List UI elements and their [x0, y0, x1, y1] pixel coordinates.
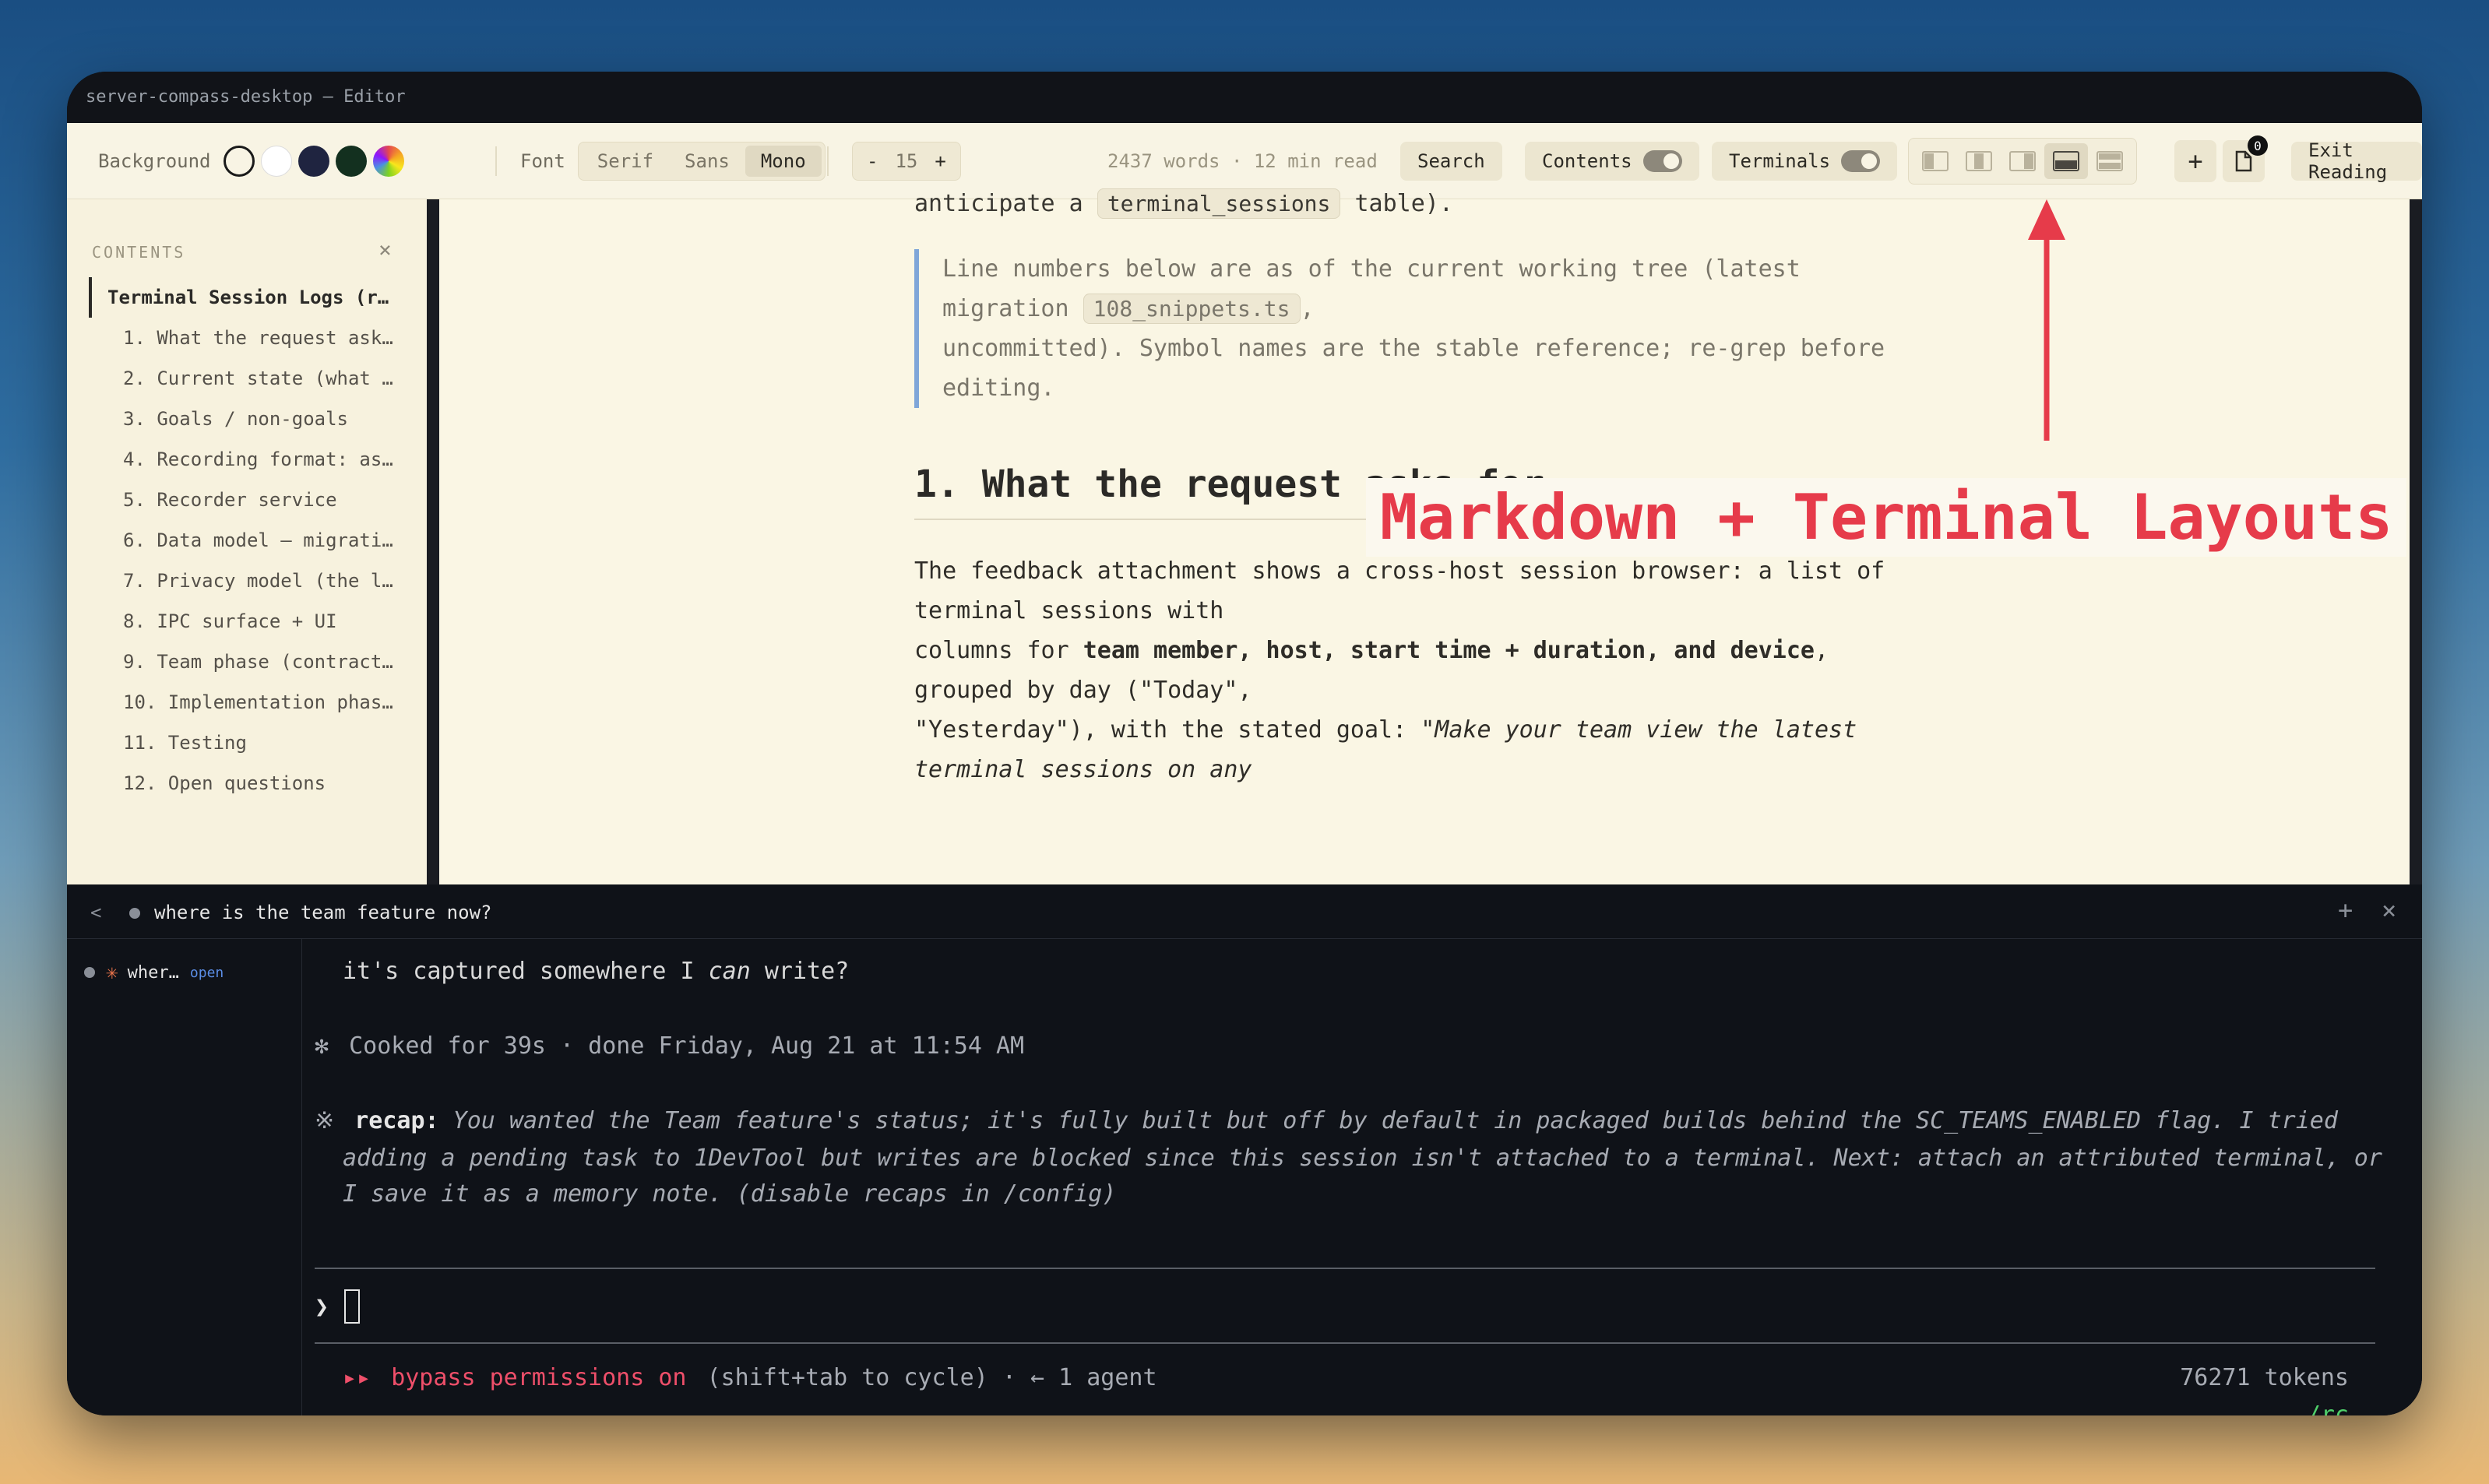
token-count: 76271 tokens — [2180, 1364, 2349, 1391]
close-contents-icon[interactable]: × — [378, 237, 392, 262]
claude-spark-icon: ✳ — [106, 961, 118, 984]
layout-left-split-icon[interactable] — [1913, 143, 1957, 179]
terminals-toggle-button[interactable]: Terminals — [1712, 142, 1898, 181]
background-label: Background — [98, 150, 211, 172]
font-sans-option[interactable]: Sans — [669, 146, 745, 177]
recap-block: ※ recap: You wanted the Team feature's s… — [315, 1107, 2338, 1134]
swatch-rainbow[interactable] — [372, 146, 404, 177]
background-picker: Background — [98, 123, 410, 199]
toc-item[interactable]: 12. Open questions — [89, 763, 416, 804]
font-size-decrease-button[interactable]: - — [857, 146, 887, 177]
reading-pane: CONTENTS × Terminal Session Logs (r… 1. … — [67, 188, 2422, 884]
font-mono-option[interactable]: Mono — [745, 146, 822, 177]
toc-item[interactable]: 7. Privacy model (the l… — [89, 561, 416, 601]
scrollbar[interactable] — [2410, 199, 2422, 884]
font-label: Font — [520, 150, 565, 172]
status-hint: (shift+tab to cycle) · ← 1 agent — [706, 1364, 1157, 1391]
bypass-arrows-icon: ▸▸ — [343, 1364, 371, 1391]
reference-mark-icon: ※ — [315, 1107, 335, 1134]
layout-center-split-icon[interactable] — [1957, 143, 2001, 179]
new-terminal-icon[interactable]: + — [2338, 895, 2353, 925]
toc-item[interactable]: 2. Current state (what … — [89, 358, 416, 399]
toc-item[interactable]: Terminal Session Logs (r… — [89, 277, 416, 318]
output-line: adding a pending task to 1DevTool but wr… — [343, 1145, 2382, 1172]
status-dot-icon — [84, 967, 95, 978]
toc-item[interactable]: 8. IPC surface + UI — [89, 601, 416, 642]
contents-heading: CONTENTS — [92, 243, 186, 262]
layout-stack-icon[interactable] — [2088, 143, 2132, 179]
font-size-value: 15 — [895, 150, 918, 172]
contents-switch[interactable] — [1642, 150, 1682, 172]
text-cursor — [344, 1289, 361, 1324]
terminals-switch[interactable] — [1841, 150, 1881, 172]
contents-toggle-button[interactable]: Contents — [1525, 142, 1699, 181]
back-icon[interactable]: < — [90, 902, 101, 923]
output-line: ✻ Cooked for 39s · done Friday, Aug 21 a… — [315, 1032, 1025, 1060]
asterisk-icon: ✻ — [315, 1032, 329, 1060]
inline-code: 108_snippets.ts — [1083, 294, 1301, 324]
swatch-navy[interactable] — [297, 146, 329, 177]
app-window: server-compass-desktop — Editor Backgrou… — [67, 72, 2422, 1415]
title-bar: server-compass-desktop — Editor — [67, 72, 2422, 123]
toc-item[interactable]: 6. Data model — migrati… — [89, 520, 416, 561]
toc-item[interactable]: 11. Testing — [89, 723, 416, 763]
session-item[interactable]: ✳ wher… open — [84, 961, 224, 984]
table-of-contents: Terminal Session Logs (r… 1. What the re… — [89, 277, 416, 804]
font-size-stepper: - 15 + — [852, 142, 961, 181]
swatch-green[interactable] — [335, 146, 367, 177]
terminal-session-list: ✳ wher… open — [67, 939, 302, 1415]
contents-sidebar: CONTENTS × Terminal Session Logs (r… 1. … — [67, 199, 428, 884]
swatch-white[interactable] — [260, 146, 292, 177]
layout-bottom-split-icon[interactable] — [2044, 143, 2088, 179]
toc-item[interactable]: 1. What the request ask… — [89, 318, 416, 358]
session-dot-icon — [129, 908, 140, 919]
toc-item[interactable]: 3. Goals / non-goals — [89, 399, 416, 439]
terminal-tab-bar: < where is the team feature now? + × — [67, 884, 2422, 939]
terminals-label: Terminals — [1729, 150, 1831, 172]
toc-item[interactable]: 5. Recorder service — [89, 480, 416, 520]
rc-command: /rc — [2306, 1401, 2349, 1415]
prompt-line[interactable]: ❯ — [315, 1289, 361, 1324]
toc-item[interactable]: 4. Recording format: as… — [89, 439, 416, 480]
word-count-text: 2437 words · 12 min read — [1107, 150, 1378, 172]
output-line: it's captured somewhere I can write? — [343, 958, 850, 985]
session-status-badge: open — [189, 964, 224, 981]
contents-label: Contents — [1542, 150, 1632, 172]
terminal-tab-title[interactable]: where is the team feature now? — [154, 902, 491, 923]
layout-right-split-icon[interactable] — [2001, 143, 2044, 179]
toc-item[interactable]: 10. Implementation phas… — [89, 682, 416, 723]
doc-line: anticipate a terminal_sessions table). — [914, 188, 1453, 219]
file-count-badge: 0 — [2248, 135, 2268, 156]
font-segmented: Serif Sans Mono — [577, 142, 826, 181]
bypass-status: bypass permissions on — [391, 1364, 687, 1391]
prompt-top-rule — [315, 1268, 2375, 1269]
close-terminal-icon[interactable]: × — [2382, 895, 2396, 925]
status-line: ▸▸ bypass permissions on (shift+tab to c… — [343, 1364, 1157, 1391]
session-name: wher… — [127, 962, 179, 983]
toc-item[interactable]: 9. Team phase (contract… — [89, 642, 416, 682]
paragraph: The feedback attachment shows a cross-ho… — [914, 557, 1885, 783]
window-title: server-compass-desktop — Editor — [86, 87, 406, 107]
annotation-label: Markdown + Terminal Layouts — [1366, 478, 2407, 557]
prompt-chevron-icon: ❯ — [315, 1292, 329, 1320]
font-picker: Font Serif Sans Mono — [520, 123, 826, 199]
font-serif-option[interactable]: Serif — [582, 146, 669, 177]
output-line: I save it as a memory note. (disable rec… — [343, 1180, 1117, 1208]
blockquote: Line numbers below are as of the current… — [914, 249, 1927, 408]
exit-reading-button[interactable]: Exit Reading — [2291, 139, 2422, 183]
font-size-increase-button[interactable]: + — [925, 146, 955, 177]
search-button[interactable]: Search — [1400, 142, 1502, 181]
file-icon[interactable]: 0 — [2223, 135, 2268, 182]
add-icon[interactable]: + — [2174, 140, 2216, 182]
layout-selector — [1908, 138, 2137, 185]
prompt-bottom-rule — [315, 1342, 2375, 1344]
annotation-arrow-icon — [2028, 199, 2065, 441]
inline-code: terminal_sessions — [1097, 188, 1341, 219]
swatch-black[interactable] — [223, 146, 255, 177]
terminal-panel: < where is the team feature now? + × ✳ w… — [67, 884, 2422, 1415]
sidebar-resize-handle[interactable] — [427, 199, 439, 884]
